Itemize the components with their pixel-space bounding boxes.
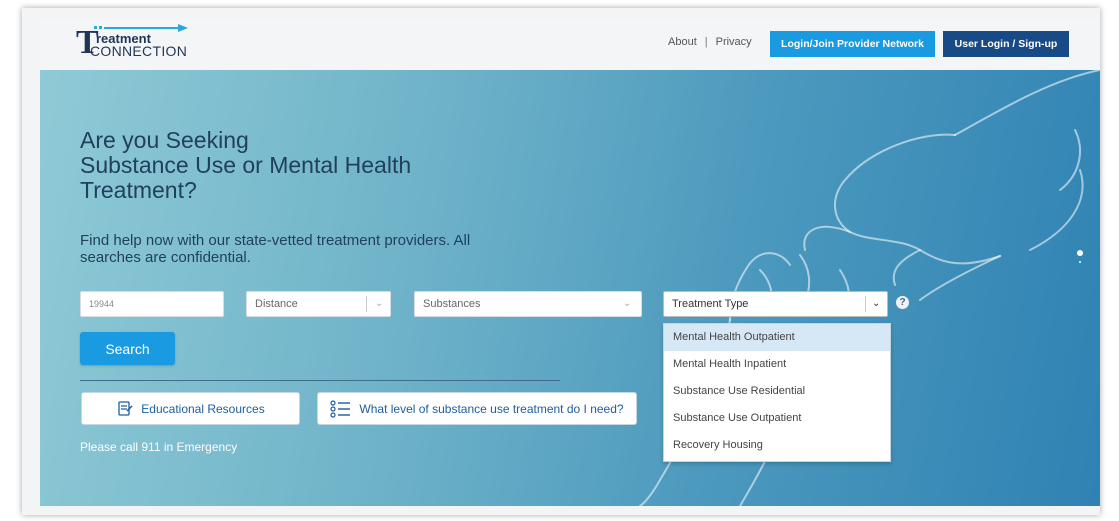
distance-label: Distance — [255, 298, 298, 310]
chevron-down-icon: ⌄ — [623, 298, 632, 309]
dropdown-option[interactable]: Recovery Housing — [664, 432, 890, 459]
heading-line: Treatment? — [80, 177, 197, 203]
about-link[interactable]: About — [668, 36, 697, 48]
dropdown-option[interactable]: Mental Health Inpatient — [664, 351, 890, 378]
chevron-down-icon: ⌄ — [375, 298, 384, 309]
zip-code-input[interactable]: 19944 — [80, 291, 224, 317]
top-navigation-bar: T reatment CONNECTION About | Privacy Logi… — [40, 20, 1100, 70]
zip-code-value: 19944 — [89, 299, 115, 309]
carousel-dot-icon[interactable] — [1077, 250, 1083, 263]
treatment-type-select[interactable]: Treatment Type ⌄ — [663, 291, 888, 317]
subtext-line: Find help now with our state-vetted trea… — [80, 232, 471, 249]
document-icon — [118, 400, 133, 416]
treatment-level-label: What level of substance use treatment do… — [359, 401, 624, 416]
chevron-down-icon[interactable]: ⌄ — [872, 292, 880, 316]
carousel-dot[interactable] — [1079, 261, 1081, 263]
checklist-icon — [330, 399, 351, 418]
provider-login-button[interactable]: Login/Join Provider Network — [770, 31, 935, 57]
heading-line: Substance Use or Mental Health — [80, 152, 412, 178]
nav-separator: | — [704, 36, 708, 48]
educational-resources-button[interactable]: Educational Resources — [81, 392, 300, 425]
dropdown-option[interactable]: Substance Use Residential — [664, 378, 890, 405]
section-divider — [80, 380, 560, 381]
heading-line: Are you Seeking — [80, 127, 249, 153]
treatment-type-dropdown: Mental Health Outpatient Mental Health I… — [663, 323, 891, 462]
hero-subtext: Find help now with our state-vetted trea… — [80, 232, 560, 266]
question-circle-icon[interactable]: ? — [896, 296, 909, 309]
treatment-level-button[interactable]: What level of substance use treatment do… — [317, 392, 637, 425]
select-divider — [865, 296, 866, 312]
privacy-link[interactable]: Privacy — [716, 36, 752, 48]
carousel-dot-active[interactable] — [1077, 250, 1083, 256]
subtext-line: searches are confidential. — [80, 249, 251, 266]
treatment-connection-logo[interactable]: T reatment CONNECTION — [76, 24, 246, 64]
user-login-button[interactable]: User Login / Sign-up — [943, 31, 1069, 57]
logo-word-connection: CONNECTION — [90, 43, 188, 59]
search-button[interactable]: Search — [80, 332, 175, 365]
treatment-type-label: Treatment Type — [672, 298, 749, 310]
dropdown-option[interactable]: Substance Use Outpatient — [664, 405, 890, 432]
nav-links: About | Privacy — [668, 36, 752, 48]
educational-resources-label: Educational Resources — [141, 401, 265, 416]
hero-heading: Are you Seeking Substance Use or Mental … — [80, 128, 540, 203]
dropdown-option[interactable]: Mental Health Outpatient — [664, 324, 890, 351]
emergency-notice: Please call 911 in Emergency — [80, 440, 238, 454]
select-divider — [366, 296, 367, 312]
hero-section: Are you Seeking Substance Use or Mental … — [40, 70, 1100, 506]
substances-label: Substances — [423, 298, 481, 310]
substances-select[interactable]: Substances ⌄ — [414, 291, 642, 317]
distance-select[interactable]: Distance ⌄ — [246, 291, 391, 317]
